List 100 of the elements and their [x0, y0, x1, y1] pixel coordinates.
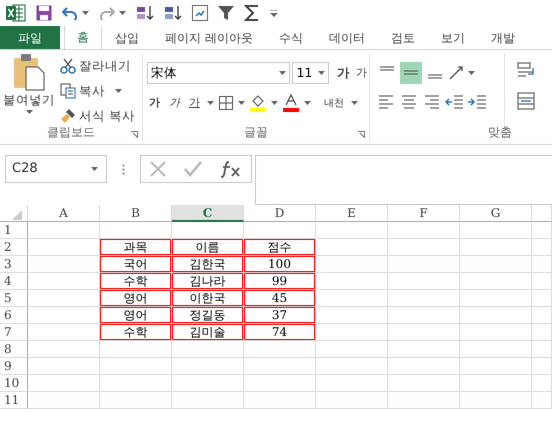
row-header[interactable]: 11: [0, 392, 28, 409]
ribbon-tab[interactable]: 삽입: [102, 26, 152, 49]
empty-cell[interactable]: [460, 358, 532, 375]
formula-input[interactable]: [255, 155, 552, 205]
format-painter-button[interactable]: 서식 복사: [58, 105, 137, 127]
empty-cell[interactable]: [28, 256, 100, 273]
empty-cell[interactable]: [28, 273, 100, 290]
empty-cell[interactable]: [28, 341, 100, 358]
ribbon-tab[interactable]: 검토: [378, 26, 428, 49]
caret-icon[interactable]: [115, 89, 122, 93]
empty-cell[interactable]: [388, 341, 460, 358]
caret-icon[interactable]: [304, 101, 311, 105]
empty-cell[interactable]: [28, 307, 100, 324]
middle-align-icon[interactable]: [400, 62, 422, 84]
empty-cell[interactable]: [316, 392, 388, 409]
ribbon-tab[interactable]: 개발: [478, 26, 528, 49]
empty-cell[interactable]: [100, 358, 172, 375]
column-header[interactable]: B: [100, 205, 172, 222]
empty-cell[interactable]: [532, 307, 552, 324]
row-header[interactable]: 8: [0, 341, 28, 358]
select-all-icon[interactable]: [12, 210, 22, 220]
column-header[interactable]: [532, 205, 552, 222]
empty-cell[interactable]: [316, 324, 388, 341]
empty-cell[interactable]: [532, 341, 552, 358]
font-size-field[interactable]: 11: [292, 62, 329, 84]
column-header[interactable]: A: [28, 205, 100, 222]
empty-cell[interactable]: [28, 290, 100, 307]
empty-cell[interactable]: [388, 290, 460, 307]
sort-ascending-icon[interactable]: [136, 5, 154, 21]
empty-cell[interactable]: [172, 392, 244, 409]
row-header[interactable]: 4: [0, 273, 28, 290]
cut-button[interactable]: 잘라내기: [58, 55, 137, 77]
empty-cell[interactable]: [460, 290, 532, 307]
column-header[interactable]: D: [244, 205, 316, 222]
empty-cell[interactable]: [244, 392, 316, 409]
copy-button[interactable]: 복사: [58, 80, 107, 102]
caret-icon[interactable]: [238, 101, 245, 105]
dialog-launcher-icon[interactable]: [358, 131, 365, 138]
empty-cell[interactable]: [100, 341, 172, 358]
paste-button[interactable]: 붙여넣기: [1, 53, 57, 123]
undo-icon[interactable]: [62, 6, 78, 20]
empty-cell[interactable]: [244, 341, 316, 358]
column-header[interactable]: E: [316, 205, 388, 222]
merge-cells-icon[interactable]: [517, 92, 535, 110]
row-header[interactable]: 1: [0, 222, 28, 239]
ribbon-tab[interactable]: 수식: [266, 26, 316, 49]
empty-cell[interactable]: [316, 222, 388, 239]
row-header[interactable]: 5: [0, 290, 28, 307]
cancel-icon[interactable]: [150, 161, 166, 177]
empty-cell[interactable]: [388, 222, 460, 239]
row-header[interactable]: 9: [0, 358, 28, 375]
empty-cell[interactable]: [388, 273, 460, 290]
caret-icon[interactable]: [119, 11, 126, 15]
empty-cell[interactable]: [28, 392, 100, 409]
empty-cell[interactable]: [172, 358, 244, 375]
empty-cell[interactable]: [172, 222, 244, 239]
empty-cell[interactable]: [28, 375, 100, 392]
empty-cell[interactable]: [460, 273, 532, 290]
empty-cell[interactable]: [316, 290, 388, 307]
font-name-field[interactable]: 宋体: [147, 62, 290, 84]
empty-cell[interactable]: [460, 341, 532, 358]
sort-descending-icon[interactable]: [164, 5, 182, 21]
empty-cell[interactable]: [532, 375, 552, 392]
empty-cell[interactable]: [460, 307, 532, 324]
empty-cell[interactable]: [316, 273, 388, 290]
empty-cell[interactable]: [244, 375, 316, 392]
empty-cell[interactable]: [28, 324, 100, 341]
caret-icon[interactable]: [468, 71, 475, 75]
empty-cell[interactable]: [460, 392, 532, 409]
empty-cell[interactable]: [28, 358, 100, 375]
empty-cell[interactable]: [460, 375, 532, 392]
empty-cell[interactable]: [388, 256, 460, 273]
empty-cell[interactable]: [388, 375, 460, 392]
empty-cell[interactable]: [532, 273, 552, 290]
row-header[interactable]: 7: [0, 324, 28, 341]
row-header[interactable]: 3: [0, 256, 28, 273]
empty-cell[interactable]: [244, 358, 316, 375]
empty-cell[interactable]: [316, 341, 388, 358]
caret-icon[interactable]: [351, 101, 358, 105]
file-tab[interactable]: 파일: [0, 26, 60, 49]
empty-cell[interactable]: [532, 222, 552, 239]
empty-cell[interactable]: [388, 307, 460, 324]
sum-icon[interactable]: [244, 5, 260, 21]
empty-cell[interactable]: [316, 375, 388, 392]
column-header[interactable]: C: [172, 205, 244, 222]
empty-cell[interactable]: [28, 239, 100, 256]
empty-cell[interactable]: [316, 256, 388, 273]
customize-caret-icon[interactable]: [270, 10, 278, 16]
empty-cell[interactable]: [28, 222, 100, 239]
dialog-launcher-icon[interactable]: [131, 131, 138, 138]
empty-cell[interactable]: [460, 324, 532, 341]
save-icon[interactable]: [36, 5, 52, 21]
ribbon-tab[interactable]: 페이지 레이아웃: [152, 26, 266, 49]
empty-cell[interactable]: [244, 222, 316, 239]
caret-icon[interactable]: [207, 101, 214, 105]
phonetic-guide-button[interactable]: 내천: [322, 92, 346, 114]
column-header[interactable]: F: [388, 205, 460, 222]
empty-cell[interactable]: [532, 392, 552, 409]
font-color-icon[interactable]: [283, 94, 299, 112]
check-icon[interactable]: [184, 161, 202, 177]
